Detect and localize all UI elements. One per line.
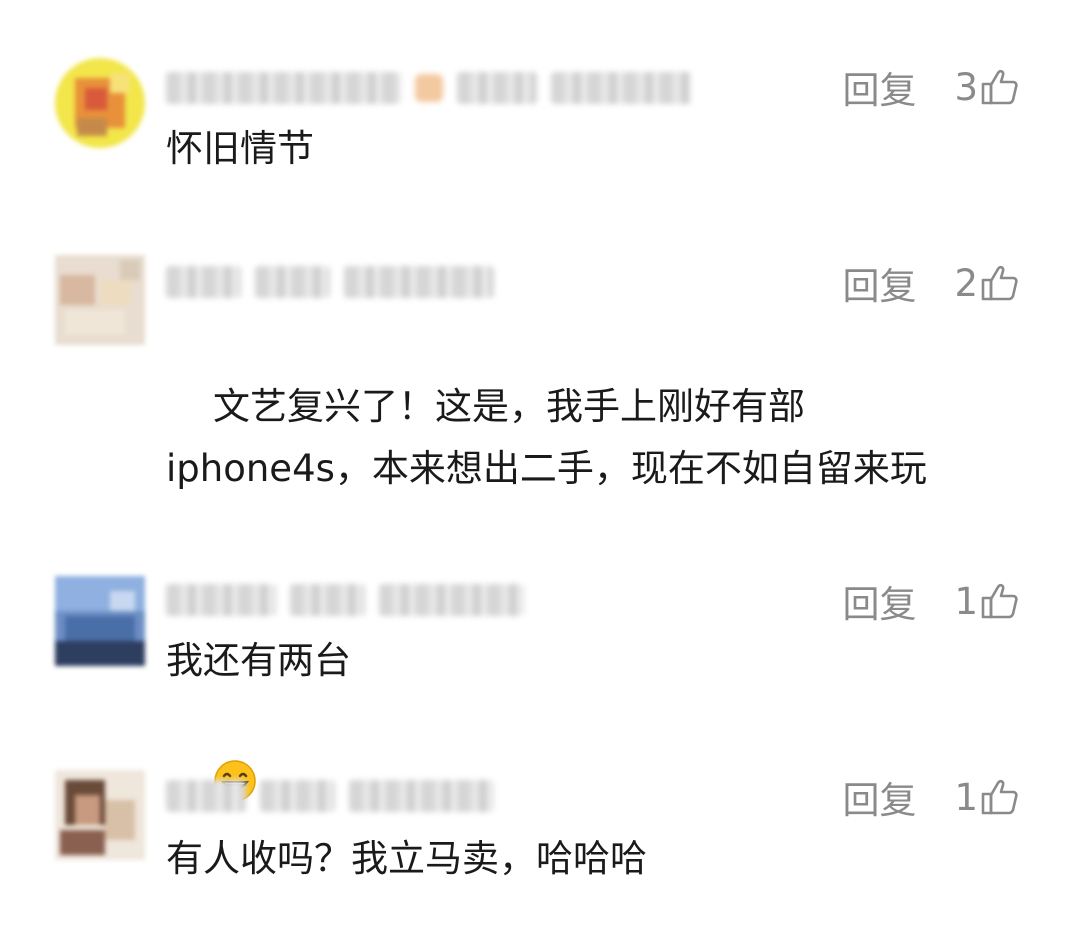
avatar[interactable] bbox=[55, 255, 145, 345]
thumbs-up-icon[interactable] bbox=[980, 67, 1020, 107]
comment-text: 怀旧情节 bbox=[166, 127, 314, 170]
thumbs-up-icon[interactable] bbox=[980, 777, 1020, 817]
comment-text-body: 文艺复兴了！这是，我手上刚好有部 iphone4s，本来想出二手，现在不如自留来… bbox=[166, 385, 927, 490]
reply-button[interactable]: 回复 bbox=[842, 574, 916, 628]
username-meta-blurred[interactable] bbox=[166, 68, 691, 108]
like-count: 2 bbox=[954, 261, 978, 305]
comment-actions: 回复 3 bbox=[842, 62, 1020, 112]
username-meta-blurred[interactable] bbox=[166, 262, 494, 302]
reply-button[interactable]: 回复 bbox=[842, 60, 916, 114]
thumbs-up-icon[interactable] bbox=[980, 581, 1020, 621]
comment-actions: 回复 1 bbox=[842, 772, 1020, 822]
comment-actions: 回复 1 bbox=[842, 576, 1020, 626]
avatar[interactable] bbox=[55, 576, 145, 666]
comment-actions: 回复 2 bbox=[842, 258, 1020, 308]
avatar[interactable] bbox=[55, 770, 145, 860]
username-meta-blurred[interactable] bbox=[166, 776, 494, 816]
username-meta-blurred[interactable] bbox=[166, 580, 524, 620]
comment-text: 我还有两台 bbox=[166, 639, 351, 682]
reply-button[interactable]: 回复 bbox=[842, 256, 916, 310]
like-count: 1 bbox=[954, 775, 978, 819]
like-count: 1 bbox=[954, 579, 978, 623]
like-count: 3 bbox=[954, 65, 978, 109]
thumbs-up-icon[interactable] bbox=[980, 263, 1020, 303]
reply-button[interactable]: 回复 bbox=[842, 770, 916, 824]
avatar[interactable] bbox=[55, 58, 145, 148]
comment-text: 有人收吗？我立马卖，哈哈哈 bbox=[166, 837, 647, 880]
